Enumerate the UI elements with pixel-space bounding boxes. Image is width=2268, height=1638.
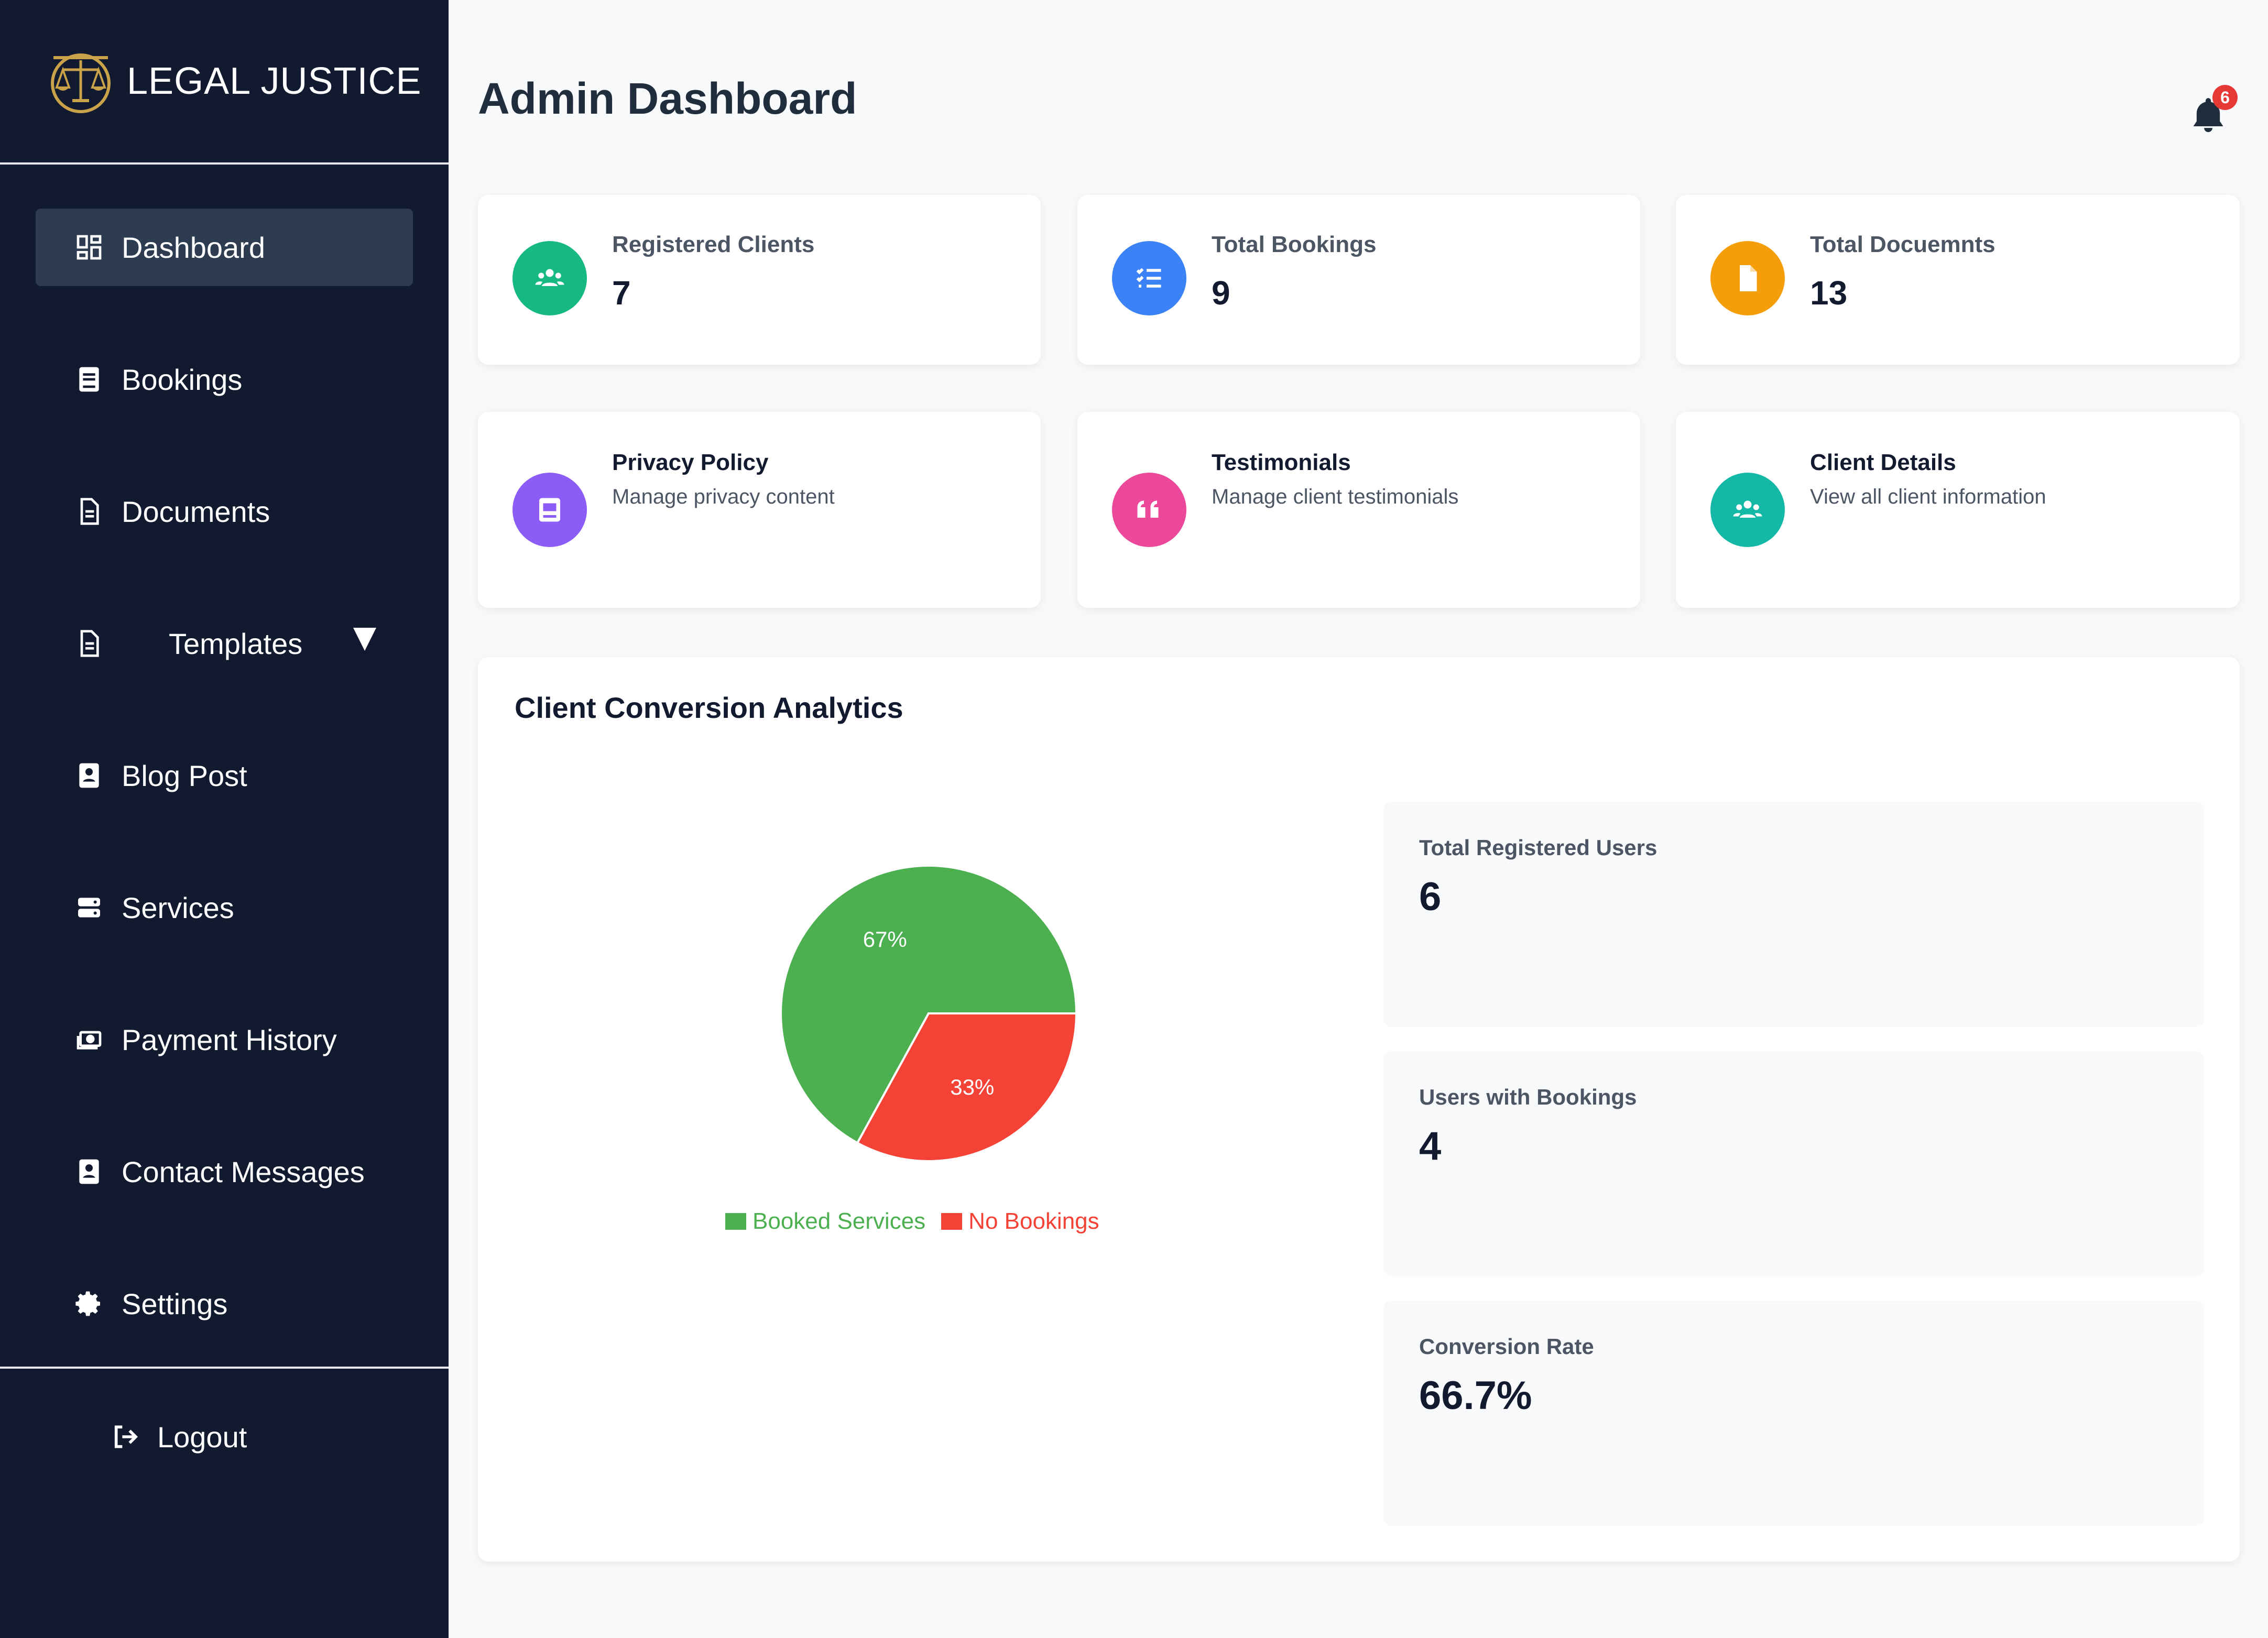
sidebar-item-documents[interactable]: Documents <box>36 473 413 550</box>
quote-icon <box>1112 473 1186 547</box>
metric-total-registered-users: Total Registered Users 6 <box>1383 802 2204 1027</box>
document-icon <box>72 495 106 528</box>
sidebar-divider <box>0 1367 449 1369</box>
sidebar-item-label: Contact Messages <box>122 1155 365 1188</box>
scales-logo-icon <box>48 49 113 114</box>
brand[interactable]: LEGAL JUSTICE <box>0 0 449 162</box>
metric-label: Total Registered Users <box>1419 835 1658 860</box>
metric-label: Conversion Rate <box>1419 1334 1594 1359</box>
bookings-icon <box>72 363 106 396</box>
stat-card-total-bookings[interactable]: Total Bookings 9 <box>1077 195 1640 365</box>
sidebar-item-services[interactable]: Services <box>36 869 413 946</box>
card-subtitle: Manage privacy content <box>612 485 835 508</box>
services-icon <box>72 891 106 924</box>
card-testimonials[interactable]: Testimonials Manage client testimonials <box>1077 412 1640 608</box>
users-icon <box>1710 473 1785 547</box>
stat-value: 7 <box>612 274 631 312</box>
metric-value: 66.7% <box>1419 1373 1532 1418</box>
sidebar-item-dashboard[interactable]: Dashboard <box>36 209 413 286</box>
card-title: Privacy Policy <box>612 450 769 475</box>
legend-swatch <box>725 1213 746 1230</box>
sidebar-item-label: Documents <box>122 495 270 528</box>
stat-title: Registered Clients <box>612 232 815 257</box>
sidebar-item-payment-history[interactable]: Payment History <box>36 1001 413 1078</box>
blog-icon <box>72 759 106 792</box>
metric-value: 6 <box>1419 875 1442 919</box>
logout-icon <box>108 1420 141 1454</box>
notification-badge: 6 <box>2212 85 2238 110</box>
stat-card-total-documents[interactable]: Total Docuemnts 13 <box>1676 195 2240 365</box>
template-icon <box>72 627 106 660</box>
pie-chart: 67% 33% <box>771 856 1086 1171</box>
privacy-icon <box>513 473 587 547</box>
sidebar-item-label: Settings <box>122 1287 228 1320</box>
brand-name: LEGAL JUSTICE <box>127 60 422 102</box>
gear-icon <box>72 1287 106 1320</box>
legend-label: Booked Services <box>753 1208 926 1234</box>
logout-button[interactable]: Logout <box>71 1398 449 1476</box>
file-icon <box>1710 241 1785 315</box>
sidebar-item-templates[interactable]: Templates <box>36 605 413 682</box>
card-client-details[interactable]: Client Details View all client informati… <box>1676 412 2240 608</box>
sidebar-item-settings[interactable]: Settings <box>36 1265 413 1342</box>
sidebar-item-blog-post[interactable]: Blog Post <box>36 737 413 814</box>
list-icon <box>1112 241 1186 315</box>
analytics-title: Client Conversion Analytics <box>515 691 903 724</box>
metric-label: Users with Bookings <box>1419 1085 1637 1109</box>
payment-icon <box>72 1023 106 1056</box>
stat-title: Total Docuemnts <box>1810 232 1996 257</box>
card-privacy-policy[interactable]: Privacy Policy Manage privacy content <box>478 412 1041 608</box>
chart-legend: Booked Services No Bookings <box>725 1208 1115 1235</box>
dashboard-icon <box>72 231 106 264</box>
legend-item-no-bookings[interactable]: No Bookings <box>941 1208 1099 1235</box>
users-icon <box>513 241 587 315</box>
legend-item-booked[interactable]: Booked Services <box>725 1208 925 1235</box>
pie-label-1: 33% <box>950 1075 994 1099</box>
sidebar-item-label: Payment History <box>122 1023 337 1056</box>
logout-label: Logout <box>157 1420 247 1454</box>
stat-card-registered-clients[interactable]: Registered Clients 7 <box>478 195 1041 365</box>
card-title: Client Details <box>1810 450 1956 475</box>
sidebar-item-label: Bookings <box>122 363 243 396</box>
caret-down-icon[interactable] <box>353 628 376 651</box>
analytics-panel: Client Conversion Analytics 67% 33% Booke… <box>478 657 2240 1561</box>
sidebar-item-label: Templates <box>169 627 303 660</box>
sidebar-item-label: Services <box>122 891 234 924</box>
sidebar-nav: Dashboard Bookings Documents Templates B… <box>0 165 449 1342</box>
stat-value: 9 <box>1212 274 1230 312</box>
page-title: Admin Dashboard <box>478 74 857 123</box>
sidebar-item-label: Blog Post <box>122 759 247 792</box>
pie-label-0: 67% <box>863 927 907 952</box>
sidebar: LEGAL JUSTICE Dashboard Bookings Documen… <box>0 0 449 1638</box>
stat-value: 13 <box>1810 274 1848 312</box>
legend-swatch <box>941 1213 963 1230</box>
metric-users-with-bookings: Users with Bookings 4 <box>1383 1051 2204 1276</box>
contact-icon <box>72 1155 106 1188</box>
stat-title: Total Bookings <box>1212 232 1377 257</box>
card-subtitle: Manage client testimonials <box>1212 485 1459 508</box>
card-subtitle: View all client information <box>1810 485 2046 508</box>
sidebar-item-bookings[interactable]: Bookings <box>36 341 413 418</box>
card-title: Testimonials <box>1212 450 1351 475</box>
sidebar-item-label: Dashboard <box>122 231 265 264</box>
legend-label: No Bookings <box>968 1208 1099 1234</box>
sidebar-item-contact-messages[interactable]: Contact Messages <box>36 1133 413 1210</box>
metric-value: 4 <box>1419 1124 1442 1169</box>
metric-conversion-rate: Conversion Rate 66.7% <box>1383 1301 2204 1526</box>
